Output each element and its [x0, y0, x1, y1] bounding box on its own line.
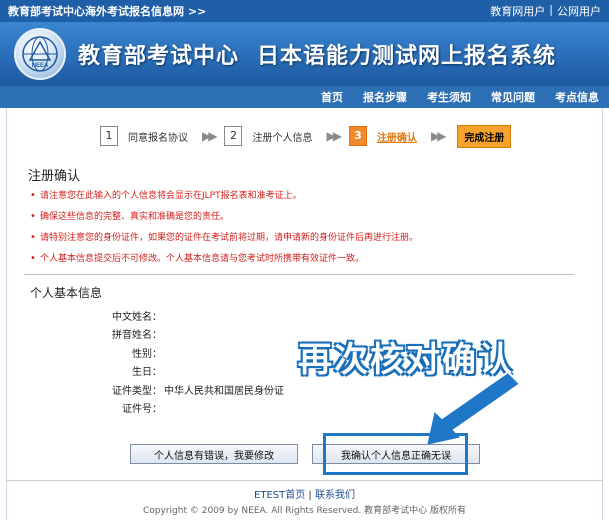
link-public-user[interactable]: 公网用户 [557, 3, 601, 19]
field-label: 证件号： [122, 404, 162, 416]
title-main: 教育部考试中心 [78, 44, 240, 69]
site-name[interactable]: 教育部考试中心海外考试报名信息网 >> [8, 3, 206, 19]
user-links: 教育网用户 | 公网用户 [490, 3, 601, 19]
step-3-number: 3 [348, 126, 367, 146]
link-edu-user[interactable]: 教育网用户 [490, 3, 545, 19]
field-id-type: 证件类型： 中华人民共和国居民身份证 [100, 380, 360, 399]
footer-separator: | [308, 490, 312, 501]
system-title: 教育部考试中心 日本语能力测试网上报名系统 [78, 38, 556, 70]
step-final-badge: 完成注册 [457, 124, 512, 148]
notice-item: 确保这些信息的完整、真实和准确是您的责任。 [30, 211, 570, 223]
step-2-label: 注册个人信息 [252, 132, 313, 144]
globe-icon: NEEA [22, 36, 58, 72]
progress-steps: 1 同意报名协议 ▶▶ 2 注册个人信息 ▶▶ 3 注册确认 ▶▶ 完成注册 [100, 124, 512, 148]
nav-item-steps[interactable]: 报名步骤 [363, 89, 407, 105]
confirm-heading: 注册确认 [28, 169, 81, 184]
field-id-number: 证件号： [100, 399, 360, 418]
step-1-number: 1 [100, 126, 118, 146]
header-banner: NEEA 教育部考试中心 日本语能力测试网上报名系统 [0, 22, 609, 86]
field-label: 中文姓名： [112, 311, 162, 323]
main-nav: 首页 报名步骤 考生须知 常见问题 考点信息 [0, 86, 609, 108]
footer-link-etest[interactable]: ETEST首页 [254, 490, 305, 501]
link-separator: | [549, 3, 553, 16]
field-label: 拼音姓名： [112, 330, 162, 342]
footer-link-contact[interactable]: 联系我们 [315, 490, 355, 501]
step-3-label: 注册确认 [376, 132, 417, 144]
footer-links: ETEST首页 | 联系我们 [0, 486, 609, 501]
notice-item: 个人基本信息提交后不可修改。个人基本信息请与您考试时所携带有效证件一致。 [30, 253, 570, 265]
step-arrow-icon: ▶▶ [430, 129, 447, 143]
neea-logo: NEEA [14, 28, 66, 80]
field-chinese-name: 中文姓名： [100, 306, 360, 325]
nav-item-venues[interactable]: 考点信息 [555, 89, 599, 105]
notice-list: 请注意您在此输入的个人信息将会显示在JLPT报名表和准考证上。 确保这些信息的完… [30, 190, 570, 274]
section-divider [24, 274, 574, 275]
step-final-label: 完成注册 [464, 132, 505, 144]
personal-info-heading: 个人基本信息 [30, 286, 103, 300]
notice-item: 请注意您在此输入的个人信息将会显示在JLPT报名表和准考证上。 [30, 190, 570, 202]
step-arrow-icon: ▶▶ [326, 129, 342, 143]
step-arrow-icon: ▶▶ [202, 129, 218, 143]
title-sub: 日本语能力测试网上报名系统 [257, 44, 557, 69]
nav-item-faq[interactable]: 常见问题 [491, 89, 535, 105]
step-2-number: 2 [224, 126, 243, 146]
field-value: 中华人民共和国居民身份证 [164, 385, 284, 397]
logo-text: NEEA [32, 63, 49, 69]
field-label: 生日： [132, 367, 162, 379]
footer-divider [6, 480, 603, 481]
field-label: 证件类型： [112, 385, 162, 397]
nav-item-home[interactable]: 首页 [321, 89, 343, 105]
top-bar: 教育部考试中心海外考试报名信息网 >> 教育网用户 | 公网用户 [0, 0, 609, 22]
step-1-label: 同意报名协议 [128, 132, 188, 144]
field-label: 性别： [132, 348, 162, 360]
edit-info-button[interactable]: 个人信息有错误，我要修改 [130, 444, 298, 464]
notice-item: 请特别注意您的身份证件，如果您的证件在考试前将过期，请申请新的身份证件后再进行注… [30, 232, 570, 244]
copyright-text: Copyright © 2009 by NEEA. All Rights Res… [143, 506, 466, 516]
confirm-highlight-box [323, 433, 468, 475]
nav-item-notice[interactable]: 考生须知 [427, 89, 471, 105]
